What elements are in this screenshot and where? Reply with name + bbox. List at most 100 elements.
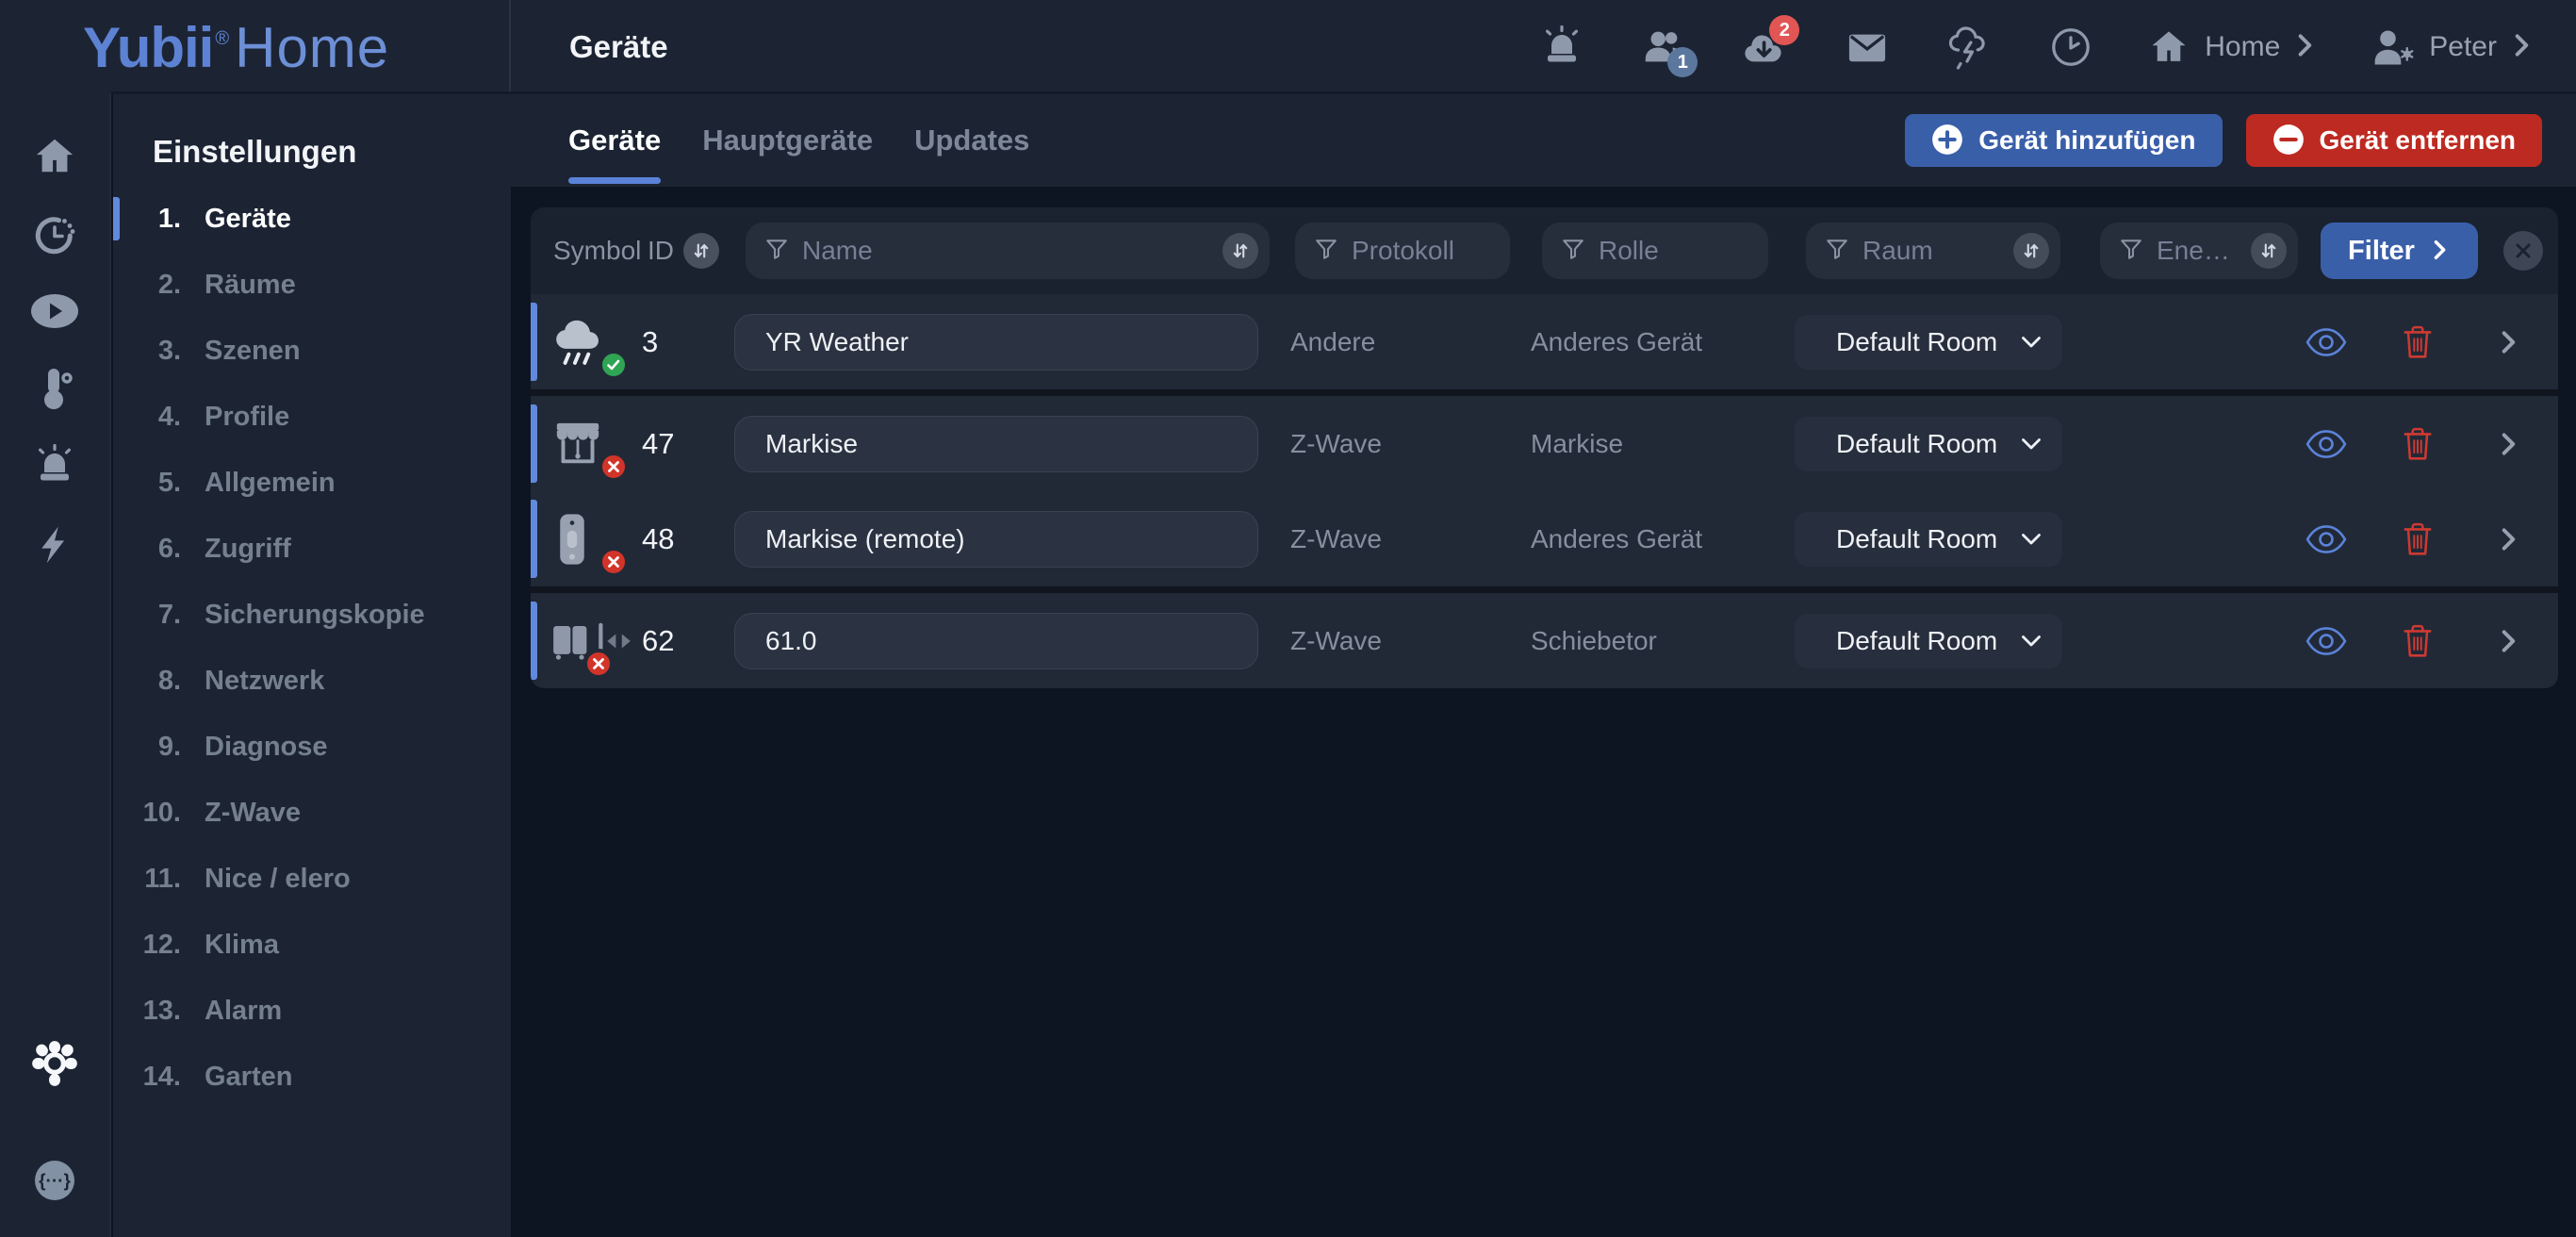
storm-icon[interactable] [1946,25,1992,70]
clock-icon[interactable] [2048,25,2093,70]
sidebar-item-alarm[interactable]: 13.Alarm [113,978,511,1044]
top-bar-main: Geräte 12 Home Peter [511,0,2576,94]
svg-text:{···}: {···} [39,1172,71,1192]
sidebar-item-diagnose[interactable]: 9.Diagnose [113,714,511,780]
sidebar-item-number: 2. [113,270,181,301]
rail-gear-icon[interactable] [30,1039,79,1088]
sidebar-item-number: 13. [113,996,181,1027]
devices-table-header: Symbol ID Name Protokoll Rolle [531,207,2558,294]
tab-hauptger-te[interactable]: Hauptgeräte [702,94,873,187]
room-select[interactable]: Default Room [1795,614,2062,668]
filter-name-pill[interactable]: Name [746,223,1270,279]
sidebar-item-sicherungskopie[interactable]: 7.Sicherungskopie [113,582,511,648]
delete-device-button[interactable] [2397,423,2438,465]
room-select[interactable]: Default Room [1795,417,2062,471]
rail-thermometer-icon[interactable] [30,364,79,413]
device-name-input[interactable] [734,314,1258,371]
home-selector[interactable]: Home [2146,25,2318,70]
filter-protocol-pill[interactable]: Protokoll [1295,223,1510,279]
sort-by-id-button[interactable] [683,233,719,269]
status-error-badge [599,452,629,482]
rail-play-icon[interactable] [30,287,79,336]
logo-brand: Yubii [83,15,213,80]
device-actions: Gerät hinzufügen Gerät entfernen [1905,114,2542,167]
siren-icon[interactable] [1539,25,1584,70]
sidebar-item-label: Z-Wave [205,798,301,829]
visibility-toggle-button[interactable] [2305,322,2347,363]
device-name-input[interactable] [734,613,1258,669]
clear-filters-button[interactable] [2503,231,2543,271]
sidebar-item-z-wave[interactable]: 10.Z-Wave [113,780,511,846]
sidebar-item-klima[interactable]: 12.Klima [113,912,511,978]
row-actions [2305,519,2530,560]
filter-room-pill[interactable]: Raum [1806,223,2060,279]
sort-by-room-button[interactable] [2013,233,2049,269]
sort-by-energy-button[interactable] [2251,233,2287,269]
notification-badge: 1 [1667,47,1698,77]
room-select[interactable]: Default Room [1795,315,2062,370]
sidebar-item-r-ume[interactable]: 2. Räume [113,252,511,318]
visibility-toggle-button[interactable] [2305,423,2347,465]
sidebar-item-zugriff[interactable]: 6.Zugriff [113,516,511,582]
mail-icon[interactable] [1845,25,1890,70]
sidebar-item-label: Sicherungskopie [205,600,425,631]
energy-column-label: Energie… [2157,236,2238,266]
open-device-button[interactable] [2488,423,2530,465]
visibility-toggle-button[interactable] [2305,519,2347,560]
sidebar-item-label: Szenen [205,336,301,367]
rail-siren-icon[interactable] [30,441,79,490]
user-selector[interactable]: Peter [2371,25,2535,70]
visibility-toggle-button[interactable] [2305,620,2347,662]
sidebar-item-nice-elero[interactable]: 11.Nice / elero [113,846,511,912]
page-body: Symbol ID Name Protokoll Rolle [511,187,2576,1237]
sidebar-item-number: 11. [113,864,181,895]
user-gear-icon [2371,25,2416,70]
rail-home-icon[interactable] [30,132,79,181]
tab-ger-te[interactable]: Geräte [568,94,661,187]
device-gate-icon [551,607,642,675]
rail-api-icon[interactable]: {···} [30,1156,79,1205]
sidebar-item-profile[interactable]: 4.Profile [113,384,511,450]
yubii-logo: Yubii®Home [83,15,389,80]
sidebar-item-szenen[interactable]: 3.Szenen [113,318,511,384]
rail-clock-history-icon[interactable] [30,211,79,260]
device-protocol: Z-Wave [1290,429,1531,459]
sidebar-item-netzwerk[interactable]: 8.Netzwerk [113,648,511,714]
id-column-label: ID [648,236,683,266]
yubii-home-app: Yubii®Home Geräte 12 Home Peter {···} Ei… [0,0,2576,1237]
sidebar-item-ger-te[interactable]: 1.Geräte [113,186,511,252]
sidebar-item-number: 4. [113,402,181,433]
filter-button[interactable]: Filter [2321,223,2478,279]
filter-energy-pill[interactable]: Energie… [2100,223,2298,279]
sidebar-item-label: Räume [205,270,296,301]
rail-lightning-icon[interactable] [30,520,79,569]
device-name-input[interactable] [734,416,1258,472]
tab-updates[interactable]: Updates [914,94,1029,187]
chevron-right-icon [2430,237,2451,266]
device-id: 3 [642,325,721,359]
devices-table-body: 3AndereAnderes GerätDefault Room47Z-Wave… [531,294,2558,688]
device-remote-icon [551,505,642,573]
users-icon[interactable]: 1 [1641,25,1686,70]
device-name-input[interactable] [734,511,1258,568]
delete-device-button[interactable] [2397,322,2438,363]
sidebar-item-garten[interactable]: 14.Garten [113,1044,511,1110]
sidebar-item-number: 8. [113,666,181,697]
sidebar-item-allgemein[interactable]: 5.Allgemein [113,450,511,516]
notification-badge: 2 [1769,15,1799,45]
icon-rail: {···} [0,94,111,1237]
chevron-down-icon [2021,336,2042,349]
cloud-download-icon[interactable]: 2 [1743,25,1788,70]
sort-by-name-button[interactable] [1222,233,1258,269]
open-device-button[interactable] [2488,519,2530,560]
room-select[interactable]: Default Room [1795,512,2062,567]
add-device-button[interactable]: Gerät hinzufügen [1905,114,2222,167]
open-device-button[interactable] [2488,322,2530,363]
filter-role-pill[interactable]: Rolle [1542,223,1768,279]
remove-device-button[interactable]: Gerät entfernen [2246,114,2543,167]
open-device-button[interactable] [2488,620,2530,662]
delete-device-button[interactable] [2397,519,2438,560]
device-role: Markise [1531,429,1795,459]
row-group-separator [531,586,2558,593]
delete-device-button[interactable] [2397,620,2438,662]
